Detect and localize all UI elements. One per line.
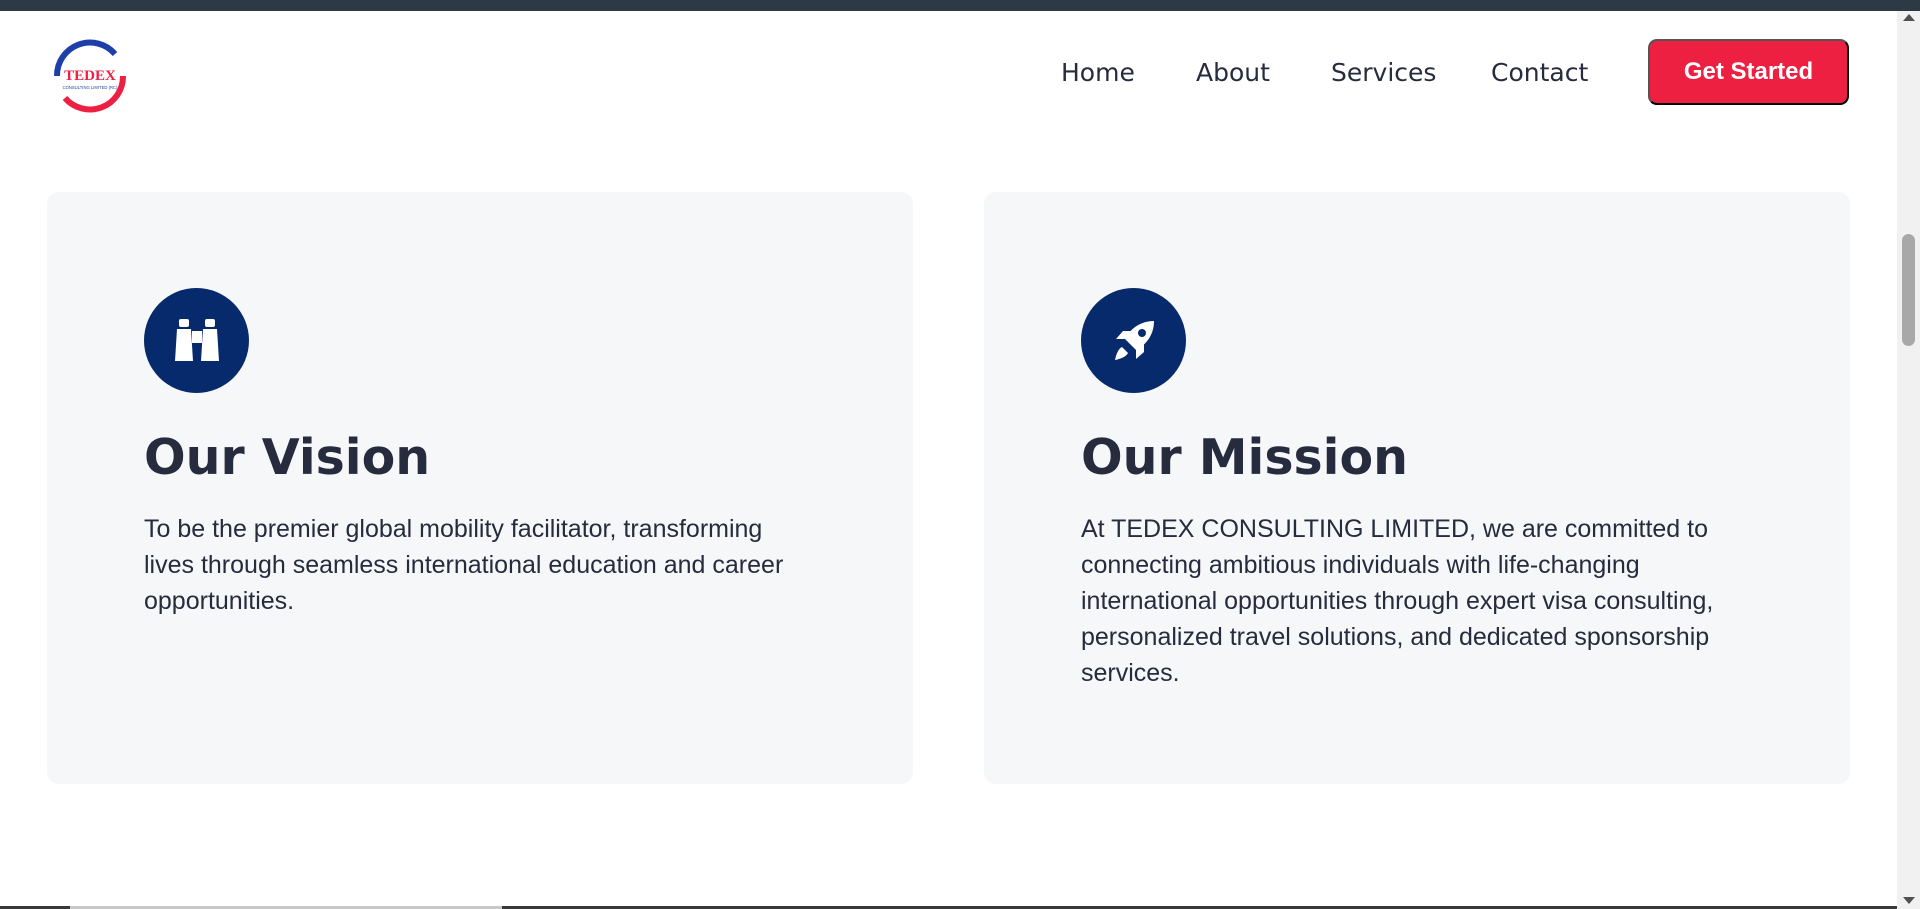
rocket-icon bbox=[1081, 288, 1186, 393]
vision-text: To be the premier global mobility facili… bbox=[144, 515, 784, 615]
nav-home[interactable]: Home bbox=[1061, 58, 1135, 88]
site-header: TEDEX CONSULTING LIMITED (RC) Home About… bbox=[0, 11, 1897, 133]
logo-subtext: CONSULTING LIMITED (RC) bbox=[63, 85, 118, 90]
logo-text: TEDEX bbox=[64, 68, 116, 84]
get-started-button[interactable]: Get Started bbox=[1648, 39, 1849, 105]
binoculars-icon bbox=[144, 288, 249, 393]
vision-card: Our Vision To be the premier global mobi… bbox=[47, 192, 913, 784]
nav-contact[interactable]: Contact bbox=[1491, 58, 1588, 88]
nav-services[interactable]: Services bbox=[1331, 58, 1436, 88]
nav-about[interactable]: About bbox=[1196, 58, 1270, 88]
scroll-up-arrow-icon[interactable] bbox=[1903, 14, 1915, 21]
vision-title: Our Vision bbox=[144, 429, 431, 486]
mission-text: At TEDEX CONSULTING LIMITED, we are comm… bbox=[1081, 515, 1714, 687]
mission-title: Our Mission bbox=[1081, 429, 1408, 486]
scrollbar-thumb[interactable] bbox=[1902, 234, 1915, 346]
tedex-logo-mark: TEDEX CONSULTING LIMITED (RC) bbox=[53, 39, 127, 113]
tedex-logo[interactable]: TEDEX CONSULTING LIMITED (RC) bbox=[49, 35, 131, 117]
mission-card: Our Mission At TEDEX CONSULTING LIMITED,… bbox=[984, 192, 1850, 784]
browser-top-strip bbox=[0, 0, 1920, 11]
vertical-scrollbar[interactable] bbox=[1897, 11, 1920, 909]
scroll-down-arrow-icon[interactable] bbox=[1903, 897, 1915, 904]
